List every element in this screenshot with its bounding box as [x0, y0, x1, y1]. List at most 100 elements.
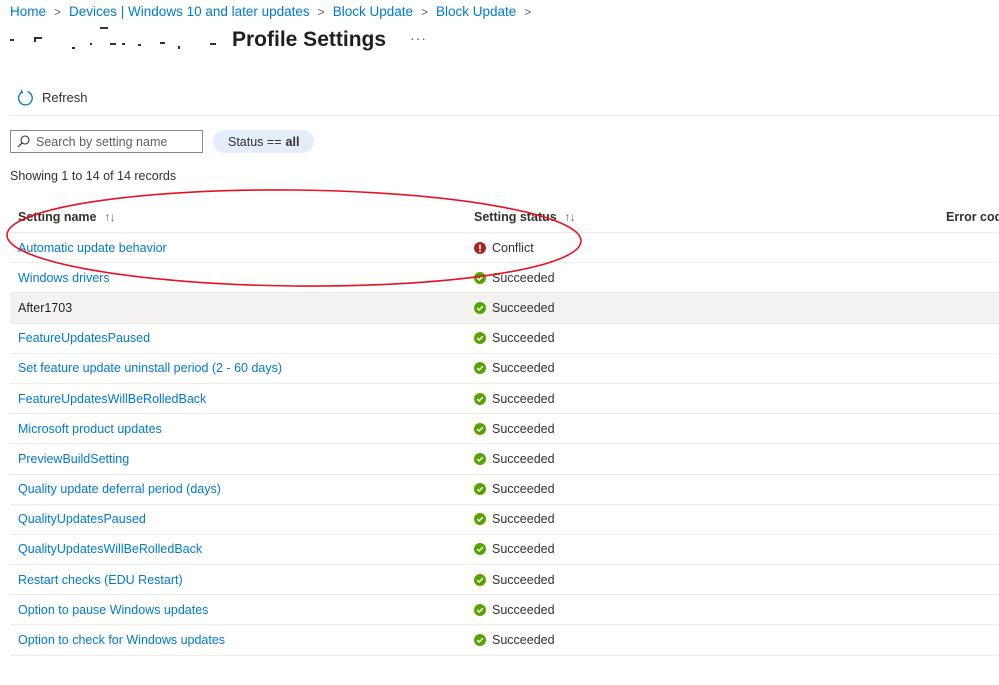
- table-row[interactable]: Quality update deferral period (days) Suc…: [10, 475, 999, 505]
- table-row[interactable]: Automatic update behavior Conflict: [10, 233, 999, 264]
- status-filter-value: all: [285, 134, 300, 149]
- setting-name-cell: Microsoft product updates: [10, 422, 474, 436]
- status-text: Succeeded: [492, 602, 555, 617]
- check-icon: [474, 362, 486, 375]
- setting-name-cell: Option to pause Windows updates: [10, 603, 474, 617]
- setting-name-link[interactable]: Microsoft product updates: [18, 422, 162, 436]
- setting-name-link[interactable]: Option to check for Windows updates: [18, 633, 225, 647]
- breadcrumb-home[interactable]: Home: [10, 4, 46, 19]
- redacted-device-name: [10, 27, 228, 51]
- table-row[interactable]: PreviewBuildSetting Succeeded: [10, 444, 999, 475]
- setting-name-cell: FeatureUpdatesWillBeRolledBack: [10, 392, 474, 406]
- table-row[interactable]: Set feature update uninstall period (2 -…: [10, 354, 999, 384]
- status-text: Succeeded: [492, 331, 555, 346]
- breadcrumb: Home > Devices | Windows 10 and later up…: [10, 4, 539, 19]
- setting-name-link[interactable]: FeatureUpdatesWillBeRolledBack: [18, 392, 206, 406]
- sort-icon[interactable]: ↑↓: [565, 210, 576, 224]
- status-text: Succeeded: [492, 300, 555, 315]
- breadcrumb-block-update-2[interactable]: Block Update: [436, 4, 516, 19]
- profile-settings-page: Home > Devices | Windows 10 and later up…: [0, 0, 999, 685]
- setting-name-cell: PreviewBuildSetting: [10, 452, 474, 466]
- settings-table: Setting name ↑↓ Setting status ↑↓ Error …: [10, 201, 999, 656]
- setting-name-link[interactable]: PreviewBuildSetting: [18, 452, 129, 466]
- table-row[interactable]: QualityUpdatesWillBeRolledBack Succeeded: [10, 535, 999, 566]
- setting-name-link[interactable]: QualityUpdatesWillBeRolledBack: [18, 542, 202, 556]
- check-icon: [474, 573, 486, 586]
- table-row[interactable]: Option to check for Windows updates Succe…: [10, 625, 999, 656]
- status-filter-pill[interactable]: Status == all: [213, 130, 315, 153]
- setting-name-cell: Option to check for Windows updates: [10, 633, 474, 647]
- command-bar: Refresh: [10, 86, 999, 116]
- status-text: Succeeded: [492, 361, 555, 376]
- status-filter-label: Status ==: [228, 134, 282, 149]
- column-label: Setting name: [18, 209, 97, 224]
- chevron-right-icon: >: [420, 4, 428, 19]
- setting-name-link[interactable]: FeatureUpdatesPaused: [18, 331, 150, 345]
- column-header-error-code: Error code: [938, 210, 999, 224]
- table-row[interactable]: After1703 Succeeded: [10, 293, 999, 324]
- setting-status-cell: Conflict: [474, 241, 938, 255]
- refresh-button[interactable]: Refresh: [10, 86, 88, 110]
- status-text: Succeeded: [492, 542, 555, 557]
- setting-name-link[interactable]: Restart checks (EDU Restart): [18, 573, 183, 587]
- table-row[interactable]: Microsoft product updates Succeeded: [10, 414, 999, 445]
- setting-status-cell: Succeeded: [474, 392, 938, 406]
- setting-name-cell: Quality update deferral period (days): [10, 482, 474, 496]
- search-icon: [17, 135, 30, 148]
- chevron-right-icon: >: [317, 4, 325, 19]
- status-text: Conflict: [492, 240, 534, 255]
- refresh-icon: [16, 89, 34, 107]
- table-body: Automatic update behavior Conflict Windows…: [10, 233, 999, 656]
- setting-name-link[interactable]: Set feature update uninstall period (2 -…: [18, 361, 282, 375]
- column-header-setting-status[interactable]: Setting status ↑↓: [474, 210, 938, 224]
- breadcrumb-devices-windows-updates[interactable]: Devices | Windows 10 and later updates: [69, 4, 310, 19]
- setting-name-link[interactable]: Quality update deferral period (days): [18, 482, 221, 496]
- setting-status-cell: Succeeded: [474, 573, 938, 587]
- search-box[interactable]: [10, 130, 203, 153]
- check-icon: [474, 271, 486, 284]
- status-text: Succeeded: [492, 391, 555, 406]
- check-icon: [474, 422, 486, 435]
- table-row[interactable]: FeatureUpdatesPaused Succeeded: [10, 324, 999, 354]
- column-header-setting-name[interactable]: Setting name ↑↓: [10, 210, 474, 224]
- check-icon: [474, 483, 486, 496]
- setting-name-link[interactable]: Windows drivers: [18, 271, 110, 285]
- setting-name-link[interactable]: QualityUpdatesPaused: [18, 512, 146, 526]
- setting-name-cell: Windows drivers: [10, 271, 474, 285]
- check-icon: [474, 332, 486, 345]
- setting-status-cell: Succeeded: [474, 512, 938, 526]
- record-count: Showing 1 to 14 of 14 records: [10, 169, 177, 183]
- setting-name-link[interactable]: Option to pause Windows updates: [18, 603, 208, 617]
- sort-icon[interactable]: ↑↓: [105, 210, 116, 224]
- status-text: Succeeded: [492, 572, 555, 587]
- setting-status-cell: Succeeded: [474, 452, 938, 466]
- check-icon: [474, 634, 486, 647]
- setting-name-link[interactable]: After1703: [18, 301, 72, 315]
- breadcrumb-block-update[interactable]: Block Update: [333, 4, 413, 19]
- table-row[interactable]: Option to pause Windows updates Succeeded: [10, 595, 999, 626]
- status-text: Succeeded: [492, 482, 555, 497]
- setting-status-cell: Succeeded: [474, 301, 938, 315]
- search-input[interactable]: [36, 134, 196, 149]
- setting-status-cell: Succeeded: [474, 482, 938, 496]
- setting-name-cell: QualityUpdatesWillBeRolledBack: [10, 542, 474, 556]
- table-row[interactable]: Windows drivers Succeeded: [10, 263, 999, 294]
- table-row[interactable]: FeatureUpdatesWillBeRolledBack Succeeded: [10, 384, 999, 415]
- column-label: Setting status: [474, 209, 557, 224]
- table-row[interactable]: Restart checks (EDU Restart) Succeeded: [10, 565, 999, 596]
- status-text: Succeeded: [492, 270, 555, 285]
- setting-name-cell: QualityUpdatesPaused: [10, 512, 474, 526]
- check-icon: [474, 513, 486, 526]
- page-title: Profile Settings: [232, 28, 387, 51]
- setting-name-link[interactable]: Automatic update behavior: [18, 241, 167, 255]
- setting-status-cell: Succeeded: [474, 633, 938, 647]
- setting-name-cell: Set feature update uninstall period (2 -…: [10, 361, 474, 375]
- error-icon: [474, 241, 486, 254]
- status-text: Succeeded: [492, 451, 555, 466]
- setting-status-cell: Succeeded: [474, 271, 938, 285]
- status-text: Succeeded: [492, 512, 555, 527]
- table-row[interactable]: QualityUpdatesPaused Succeeded: [10, 505, 999, 535]
- column-label: Error code: [946, 209, 999, 224]
- check-icon: [474, 392, 486, 405]
- more-options-button[interactable]: ···: [410, 30, 427, 46]
